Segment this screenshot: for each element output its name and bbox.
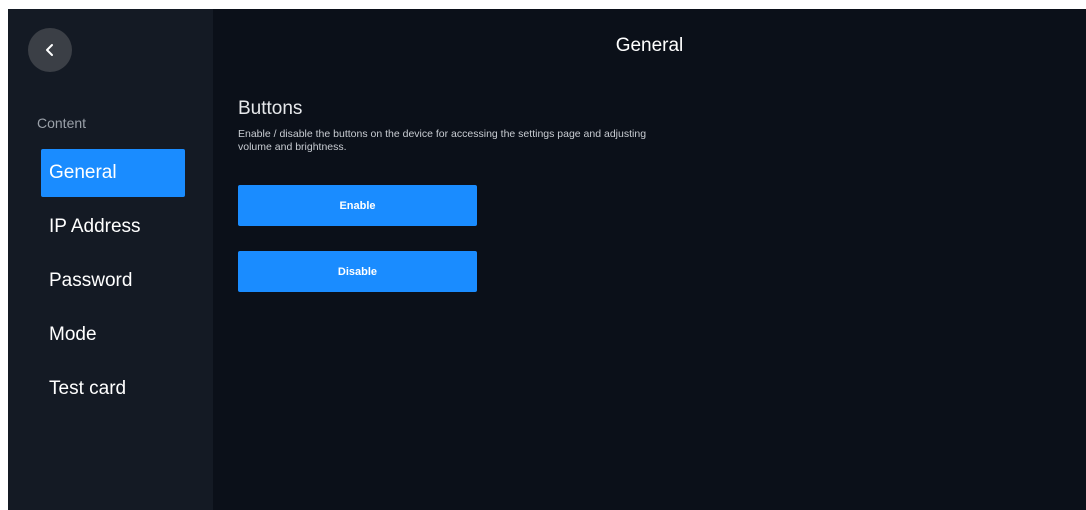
sidebar: Content General IP Address Password Mode… [8,9,213,510]
sidebar-item-ip-address[interactable]: IP Address [41,203,185,251]
back-button[interactable] [28,28,72,72]
sidebar-section-label: Content [37,115,87,131]
disable-button[interactable]: Disable [238,251,477,292]
section-heading: Buttons [238,98,303,119]
chevron-left-icon [46,44,53,56]
page-title: General [615,35,684,56]
enable-button[interactable]: Enable [238,185,477,226]
sidebar-item-password[interactable]: Password [41,257,185,305]
settings-screen: Content General IP Address Password Mode… [8,9,1086,510]
sidebar-item-test-card[interactable]: Test card [41,365,185,413]
section-description: Enable / disable the buttons on the devi… [238,128,647,153]
sidebar-item-general[interactable]: General [41,149,185,197]
sidebar-item-mode[interactable]: Mode [41,311,185,359]
